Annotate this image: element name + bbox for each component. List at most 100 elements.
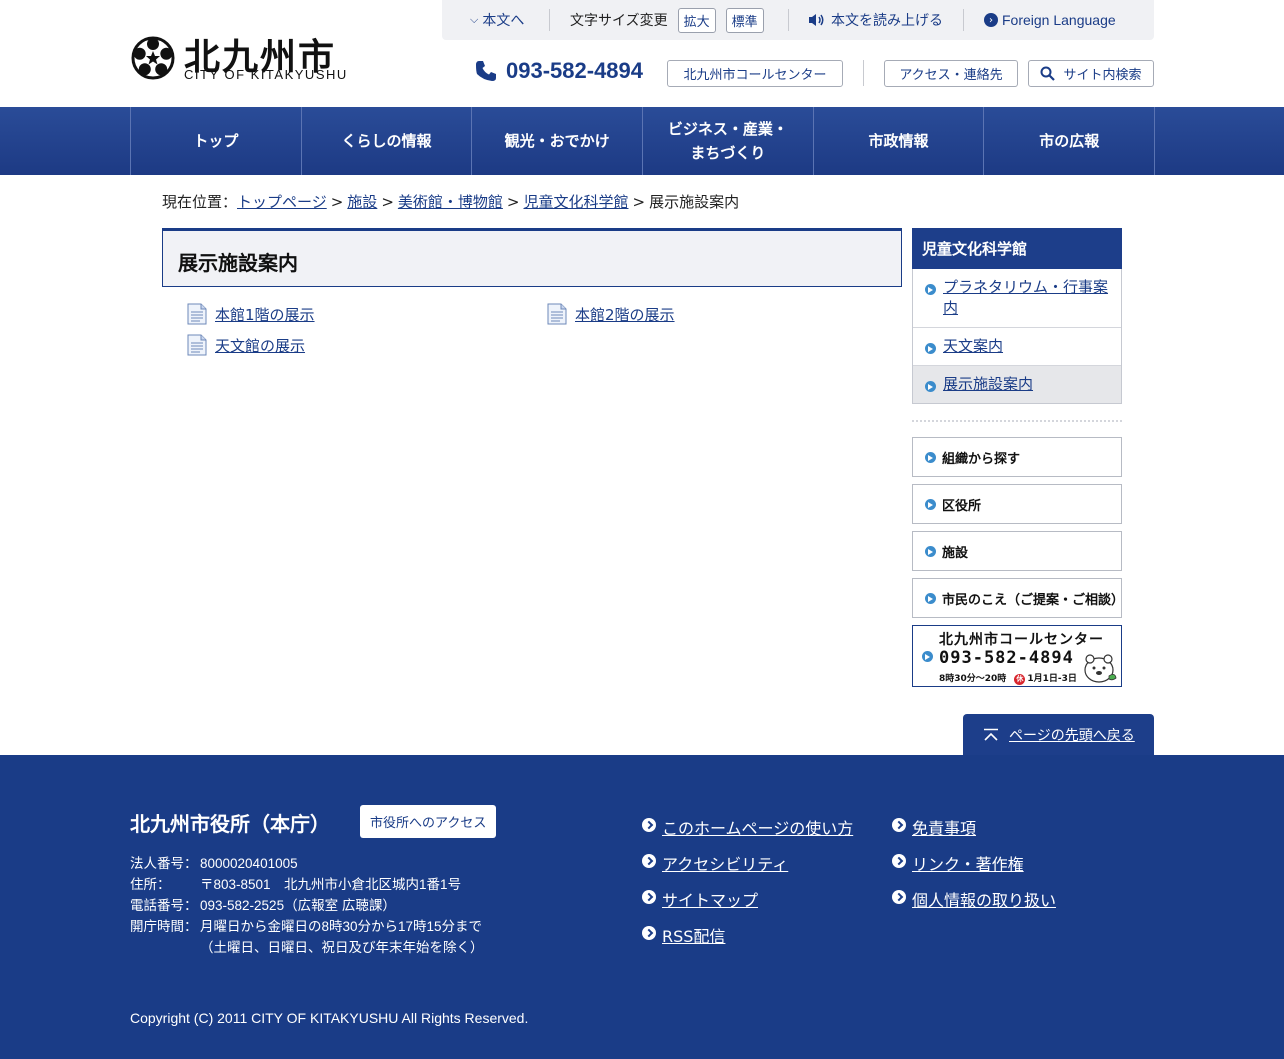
chevron-right-icon [642,854,656,868]
divider [863,60,864,86]
chevron-right-icon [642,926,656,940]
skip-to-content-link[interactable]: ⌵ 本文へ [470,0,524,40]
call-center-number: 093-582-4894 [939,648,1074,668]
bullet-arrow-icon [925,452,936,463]
font-size-label: 文字サイズ変更 [570,13,668,29]
footer-link-disclaimer[interactable]: 免責事項 [892,815,1056,851]
content-link[interactable]: 天文館の展示 [187,334,305,356]
sidebar-menu: プラネタリウム・行事案内 天文案内 展示施設案内 [912,269,1122,404]
divider [963,9,964,31]
document-icon [547,303,567,325]
access-contact-button[interactable]: アクセス・連絡先 [884,60,1018,87]
breadcrumb: 現在位置：トップページ > 施設 > 美術館・博物館 > 児童文化科学館 > 展示施設案内 [162,191,739,212]
phone-icon [476,61,496,81]
font-size-large-button[interactable]: 拡大 [677,7,716,33]
bullet-arrow-icon [925,593,936,604]
content-link[interactable]: 本館1階の展示 [187,303,315,325]
nav-item-business[interactable]: ビジネス・産業・ まちづくり [643,107,814,175]
footer-link-how-to-use[interactable]: このホームページの使い方 [642,815,853,851]
bullet-arrow-icon [925,499,936,510]
breadcrumb-prefix: 現在位置： [162,193,238,211]
mascot-icon [1084,654,1117,683]
breadcrumb-current: 展示施設案内 [649,193,740,211]
site-search-button[interactable]: サイト内検索 [1028,60,1154,87]
footer-links-col2: 免責事項 リンク・著作権 個人情報の取り扱い [892,815,1056,923]
sidebar-item-astronomy[interactable]: 天文案内 [913,327,1121,365]
nav-item-public-relations[interactable]: 市の広報 [984,107,1156,175]
info-row: （土曜日、日曜日、祝日及び年末年始を除く） [200,940,484,955]
bullet-arrow-icon [925,343,936,354]
chevron-right-icon: › [984,13,998,27]
nav-item-top[interactable]: トップ [131,107,302,175]
back-to-top-button[interactable]: ページの先頭へ戻る [963,714,1154,755]
speaker-icon [809,14,824,26]
phone-number: 093-582-4894 [474,58,643,84]
site-header: 北九州市 CITY OF KITAKYUSHU ⌵ 本文へ 文字サイズ変更 拡大… [0,0,1284,107]
city-emblem-icon [131,36,175,80]
divider [549,9,550,31]
nav-item-city-admin[interactable]: 市政情報 [814,107,985,175]
breadcrumb-separator: > [632,193,646,211]
footer-title: 北九州市役所（本庁） [130,812,330,836]
nav-item-tourism[interactable]: 観光・おでかけ [472,107,644,175]
call-center-button[interactable]: 北九州市コールセンター [667,60,843,87]
info-row: 住所： 〒803-8501 北九州市小倉北区城内1番1号 [130,877,462,892]
breadcrumb-link[interactable]: 児童文化科学館 [523,193,628,211]
breadcrumb-separator: > [506,193,520,211]
search-icon [1040,66,1056,81]
footer-link-privacy[interactable]: 個人情報の取り扱い [892,887,1056,923]
chevron-right-icon [892,854,906,868]
footer-link-sitemap[interactable]: サイトマップ [642,887,853,923]
footer-link-copyright[interactable]: リンク・著作権 [892,851,1056,887]
city-logo[interactable]: 北九州市 CITY OF KITAKYUSHU [130,30,350,86]
document-icon [187,303,207,325]
footer-info: 法人番号： 8000020401005 住所： 〒803-8501 北九州市小倉北区… [130,853,484,958]
page-title: 展示施設案内 [178,251,298,275]
breadcrumb-separator: > [381,193,394,211]
document-icon [187,334,207,356]
banner-search-by-organization[interactable]: 組織から探す [912,437,1122,477]
call-center-title: 北九州市コールセンター [939,632,1104,648]
chevron-right-icon [892,890,906,904]
utility-bar: ⌵ 本文へ 文字サイズ変更 拡大 標準 本文を読み上げる › Foreign L… [442,0,1154,40]
logo-text-en: CITY OF KITAKYUSHU [184,67,348,82]
bullet-arrow-icon [922,651,933,662]
footer-links-col1: このホームページの使い方 アクセシビリティ サイトマップ RSS配信 [642,815,853,959]
breadcrumb-link[interactable]: 施設 [347,193,377,211]
breadcrumb-link[interactable]: トップページ [237,193,327,211]
page-title-box: 展示施設案内 [162,228,902,287]
bullet-arrow-icon [925,381,936,392]
arrow-up-icon [984,728,998,741]
call-center-hours: 8時30分～20時休 1月1日-3日 [939,674,1077,685]
chevron-right-icon [642,890,656,904]
chevron-down-icon: ⌵ [470,13,479,26]
chevron-right-icon [642,818,656,832]
info-row: 法人番号： 8000020401005 [130,856,298,871]
bullet-arrow-icon [925,546,936,557]
copyright: Copyright (C) 2011 CITY OF KITAKYUSHU Al… [130,1010,529,1026]
font-size-standard-button[interactable]: 標準 [725,7,764,33]
banner-citizens-voice[interactable]: 市民のこえ（ご提案・ご相談） [912,578,1124,618]
bullet-arrow-icon [925,284,936,295]
font-size-control: 文字サイズ変更 拡大 標準 [570,0,764,40]
banner-facilities[interactable]: 施設 [912,531,1122,571]
content-link[interactable]: 本館2階の展示 [547,303,675,325]
city-hall-access-button[interactable]: 市役所へのアクセス [360,805,497,838]
banner-ward-offices[interactable]: 区役所 [912,484,1122,524]
footer-link-rss[interactable]: RSS配信 [642,923,853,959]
sidebar-heading: 児童文化科学館 [912,228,1122,269]
footer-link-accessibility[interactable]: アクセシビリティ [642,851,853,887]
global-nav: トップ くらしの情報 観光・おでかけ ビジネス・産業・ まちづくり 市政情報 市… [0,107,1284,175]
breadcrumb-separator: > [330,193,344,211]
site-footer: 北九州市役所（本庁） 市役所へのアクセス 法人番号： 8000020401005 … [0,755,1284,1059]
read-aloud-link[interactable]: 本文を読み上げる [808,0,943,40]
info-row: 開庁時間： 月曜日から金曜日の8時30分から17時15分まで [130,919,483,934]
call-center-banner[interactable]: 北九州市コールセンター 093-582-4894 8時30分～20時休 1月1日-… [912,625,1122,687]
sidebar-item-planetarium[interactable]: プラネタリウム・行事案内 [913,269,1121,327]
chevron-right-icon [892,818,906,832]
sidebar-item-exhibits[interactable]: 展示施設案内 [913,365,1121,403]
breadcrumb-link[interactable]: 美術館・博物館 [398,193,503,211]
foreign-language-link[interactable]: › Foreign Language [984,0,1116,40]
nav-item-living[interactable]: くらしの情報 [302,107,473,175]
divider [912,420,1122,422]
